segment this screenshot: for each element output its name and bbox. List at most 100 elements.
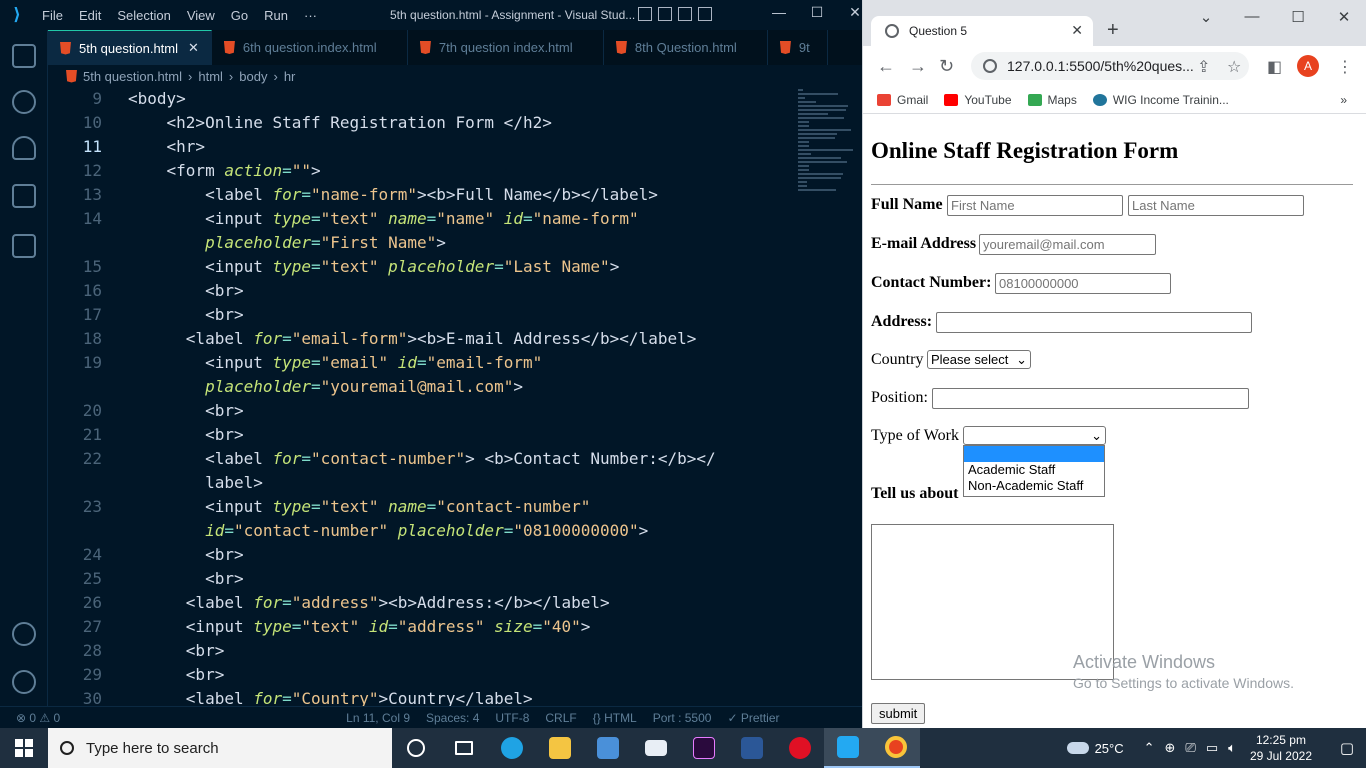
menu-selection[interactable]: Selection xyxy=(109,8,178,23)
code-line[interactable]: 10 <h2>Online Staff Registration Form </… xyxy=(48,111,788,135)
language-globe-icon[interactable]: ⊕ xyxy=(1165,740,1176,756)
source-control-icon[interactable] xyxy=(12,136,36,160)
menu-file[interactable]: File xyxy=(34,8,71,23)
minimize-icon[interactable]: — xyxy=(760,4,798,21)
first-name-input[interactable] xyxy=(947,195,1123,216)
code-line[interactable]: 19 <input type="email" id="email-form" xyxy=(48,351,788,375)
file-explorer-icon[interactable] xyxy=(536,728,584,768)
indentation-status[interactable]: Spaces: 4 xyxy=(426,711,479,725)
code-line[interactable]: id="contact-number" placeholder="0810000… xyxy=(48,519,788,543)
address-input[interactable] xyxy=(936,312,1252,333)
code-line[interactable]: 17 <br> xyxy=(48,303,788,327)
tab-6th-question[interactable]: 6th question.index.html xyxy=(212,30,408,65)
show-hidden-icons-icon[interactable]: ⌃ xyxy=(1144,740,1155,756)
menu-more[interactable]: ··· xyxy=(296,8,325,23)
code-line[interactable]: 30 <label for="Country">Country</label> xyxy=(48,687,788,706)
menu-go[interactable]: Go xyxy=(223,8,256,23)
live-server-port[interactable]: Port : 5500 xyxy=(653,711,712,725)
code-line[interactable]: 26 <label for="address"><b>Address:</b><… xyxy=(48,591,788,615)
code-line[interactable]: label> xyxy=(48,471,788,495)
volume-icon[interactable]: 🔈︎ xyxy=(1228,740,1236,756)
settings-gear-icon[interactable] xyxy=(12,670,36,694)
country-select[interactable]: Please select ⌄ xyxy=(927,350,1031,369)
code-line[interactable]: 9 <body> xyxy=(48,87,788,111)
last-name-input[interactable] xyxy=(1128,195,1304,216)
edge-icon[interactable] xyxy=(488,728,536,768)
code-line[interactable]: 27 <input type="text" id="address" size=… xyxy=(48,615,788,639)
mail-icon[interactable] xyxy=(632,728,680,768)
menu-run[interactable]: Run xyxy=(256,8,296,23)
code-line[interactable]: 23 <input type="text" name="contact-numb… xyxy=(48,495,788,519)
code-line[interactable]: 20 <br> xyxy=(48,399,788,423)
toggle-secondary-sidebar-icon[interactable] xyxy=(678,7,692,21)
system-clock[interactable]: 12:25 pm 29 Jul 2022 xyxy=(1250,732,1312,764)
more-bookmarks-icon[interactable]: » xyxy=(1340,93,1347,107)
code-line[interactable]: placeholder="youremail@mail.com"> xyxy=(48,375,788,399)
new-tab-icon[interactable]: + xyxy=(1107,19,1119,42)
kebab-menu-icon[interactable]: ⋮ xyxy=(1337,57,1353,77)
share-icon[interactable]: ⇪ xyxy=(1197,57,1210,77)
prettier-status[interactable]: ✓ Prettier xyxy=(727,711,779,725)
code-line[interactable]: 22 <label for="contact-number"> <b>Conta… xyxy=(48,447,788,471)
eol-status[interactable]: CRLF xyxy=(545,711,576,725)
menu-view[interactable]: View xyxy=(179,8,223,23)
code-line[interactable]: 18 <label for="email-form"><b>E-mail Add… xyxy=(48,327,788,351)
minimize-icon[interactable]: — xyxy=(1229,8,1275,26)
encoding-status[interactable]: UTF-8 xyxy=(495,711,529,725)
word-icon[interactable] xyxy=(728,728,776,768)
bookmark-maps[interactable]: Maps xyxy=(1027,93,1077,107)
bookmark-youtube[interactable]: YouTube xyxy=(944,93,1012,107)
bookmark-wig[interactable]: WIG Income Trainin... xyxy=(1092,93,1229,107)
maximize-icon[interactable]: ☐ xyxy=(798,4,836,21)
code-line[interactable]: 13 <label for="name-form"><b>Full Name</… xyxy=(48,183,788,207)
premiere-icon[interactable] xyxy=(680,728,728,768)
work-type-select[interactable]: ⌄ xyxy=(963,426,1106,445)
side-panel-icon[interactable]: ◧ xyxy=(1267,57,1282,77)
notifications-icon[interactable]: ▢ xyxy=(1328,739,1366,757)
weather-widget[interactable]: 25°C xyxy=(1066,741,1124,756)
cortana-icon[interactable] xyxy=(392,728,440,768)
chrome-taskbar-icon[interactable] xyxy=(872,728,920,768)
start-button[interactable] xyxy=(0,728,48,768)
code-line[interactable]: 25 <br> xyxy=(48,567,788,591)
code-line[interactable]: 21 <br> xyxy=(48,423,788,447)
account-icon[interactable] xyxy=(12,622,36,646)
extensions-icon[interactable] xyxy=(12,234,36,258)
site-info-icon[interactable] xyxy=(983,59,997,73)
breadcrumb-file[interactable]: 5th question.html xyxy=(83,69,182,84)
meet-now-icon[interactable]: ⎚ xyxy=(1185,740,1195,756)
bookmark-star-icon[interactable]: ☆ xyxy=(1227,57,1241,77)
code-line[interactable]: placeholder="First Name"> xyxy=(48,231,788,255)
email-input[interactable] xyxy=(979,234,1156,255)
tab-5th-question[interactable]: 5th question.html ✕ xyxy=(48,30,212,65)
position-input[interactable] xyxy=(932,388,1249,409)
code-line[interactable]: 14 <input type="text" name="name" id="na… xyxy=(48,207,788,231)
code-line[interactable]: 24 <br> xyxy=(48,543,788,567)
code-line[interactable]: 12 <form action=""> xyxy=(48,159,788,183)
close-icon[interactable]: ✕ xyxy=(1321,8,1366,26)
tab-8th-question[interactable]: 8th Question.html xyxy=(604,30,768,65)
tab-close-icon[interactable]: ✕ xyxy=(188,40,199,56)
close-tab-icon[interactable]: ✕ xyxy=(1071,22,1083,39)
tab-9th-question[interactable]: 9t xyxy=(768,30,828,65)
work-type-option-empty[interactable] xyxy=(964,446,1104,462)
code-line[interactable]: 16 <br> xyxy=(48,279,788,303)
store-icon[interactable] xyxy=(584,728,632,768)
maximize-icon[interactable]: ☐ xyxy=(1275,8,1321,26)
battery-icon[interactable]: ▭ xyxy=(1206,740,1218,756)
toggle-panel-icon[interactable] xyxy=(658,7,672,21)
breadcrumb-hr[interactable]: hr xyxy=(284,69,296,84)
code-line[interactable]: 11 <hr> xyxy=(48,135,788,159)
tab-search-icon[interactable]: ⌄ xyxy=(1183,8,1229,26)
code-line[interactable]: 15 <input type="text" placeholder="Last … xyxy=(48,255,788,279)
contact-number-input[interactable] xyxy=(995,273,1171,294)
task-view-icon[interactable] xyxy=(440,728,488,768)
breadcrumb-html[interactable]: html xyxy=(198,69,223,84)
code-editor[interactable]: 9 <body> 10 <h2>Online Staff Registration … xyxy=(48,87,788,706)
code-line[interactable]: 28 <br> xyxy=(48,639,788,663)
profile-avatar[interactable]: A xyxy=(1297,55,1319,77)
explorer-icon[interactable] xyxy=(12,44,36,68)
work-type-option-non-academic[interactable]: Non-Academic Staff xyxy=(964,478,1104,494)
minimap[interactable] xyxy=(790,87,853,227)
work-type-option-academic[interactable]: Academic Staff xyxy=(964,462,1104,478)
